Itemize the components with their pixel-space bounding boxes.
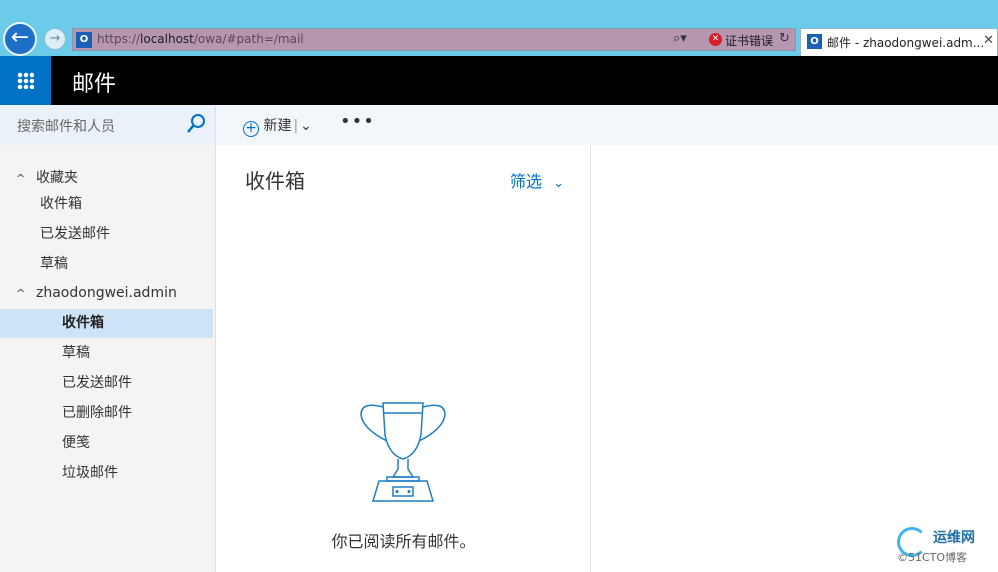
- search-dropdown-icon[interactable]: ⌕▾: [673, 31, 687, 46]
- folder-sent[interactable]: 已发送邮件: [0, 369, 213, 398]
- watermark-sub: ©51CTO博客: [897, 551, 968, 564]
- browser-tab[interactable]: O 邮件 - zhaodongwei.adm... ✕: [800, 28, 998, 56]
- folder-label: 已发送邮件: [40, 226, 110, 242]
- refresh-icon[interactable]: ↻: [779, 31, 790, 46]
- folder-label: 收件箱: [40, 196, 82, 212]
- new-dropdown-chevron-icon[interactable]: ⌄: [300, 118, 312, 134]
- trophy-icon: [360, 402, 446, 502]
- back-arrow-icon: ←: [10, 25, 30, 50]
- divider: |: [293, 118, 299, 134]
- folder-pane: 搜索邮件和人员 ^ 收藏夹 收件箱 已发送邮件 草稿 ^ zhaodongwei…: [0, 105, 216, 572]
- collapse-caret-icon[interactable]: ^: [16, 164, 25, 193]
- favorite-drafts[interactable]: 草稿: [0, 250, 213, 279]
- back-button[interactable]: ←: [3, 22, 37, 56]
- address-bar[interactable]: O https://localhost/owa/#path=/mail ⌕▾ ✕…: [72, 28, 796, 51]
- empty-inbox-message: 你已阅读所有邮件。: [331, 532, 476, 551]
- account-header[interactable]: ^ zhaodongwei.admin: [0, 279, 213, 308]
- waffle-icon: [17, 72, 34, 89]
- app-title: 邮件: [72, 72, 117, 97]
- folder-junk[interactable]: 垃圾邮件: [0, 459, 213, 488]
- forward-button[interactable]: →: [44, 28, 66, 50]
- cert-error-icon[interactable]: ✕: [709, 33, 722, 46]
- app-launcher-button[interactable]: [0, 56, 51, 105]
- folder-label: 草稿: [62, 345, 90, 361]
- watermark-logo: 运维网 ©51CTO博客: [893, 525, 998, 572]
- browser-chrome: ← → O https://localhost/owa/#path=/mail …: [0, 0, 998, 56]
- reading-pane: [592, 145, 998, 572]
- plus-icon: +: [243, 121, 259, 137]
- outlook-favicon-icon: O: [76, 32, 92, 48]
- search-placeholder[interactable]: 搜索邮件和人员: [17, 116, 115, 136]
- more-options-icon[interactable]: •••: [340, 111, 375, 132]
- message-list: 收件箱 筛选 ⌄ 你已阅读所有邮件。: [216, 145, 591, 572]
- new-label: 新建: [263, 118, 292, 134]
- folder-drafts[interactable]: 草稿: [0, 339, 213, 368]
- filter-label: 筛选: [510, 172, 543, 191]
- outlook-favicon-icon: O: [807, 34, 822, 49]
- folder-label: 已发送邮件: [62, 375, 132, 391]
- new-mail-button[interactable]: + 新建 | ⌄: [243, 115, 312, 137]
- watermark-brand: 运维网: [933, 530, 975, 546]
- collapse-caret-icon[interactable]: ^: [16, 279, 25, 308]
- folder-deleted[interactable]: 已删除邮件: [0, 399, 213, 428]
- folder-label: 收件箱: [62, 315, 104, 331]
- chevron-down-icon: ⌄: [553, 176, 565, 191]
- close-tab-icon[interactable]: ✕: [983, 33, 994, 48]
- tab-title: 邮件 - zhaodongwei.adm...: [827, 36, 985, 50]
- search-box[interactable]: 搜索邮件和人员: [0, 105, 215, 145]
- app-header: 邮件: [0, 56, 998, 105]
- search-icon[interactable]: [186, 113, 206, 135]
- folder-inbox[interactable]: 收件箱: [0, 309, 213, 338]
- favorite-sent[interactable]: 已发送邮件: [0, 220, 213, 249]
- favorites-label: 收藏夹: [36, 170, 78, 186]
- folder-label: 已删除邮件: [62, 405, 132, 421]
- filter-button[interactable]: 筛选 ⌄: [510, 168, 564, 192]
- command-bar: + 新建 | ⌄ •••: [216, 105, 998, 145]
- folder-label: 便笺: [62, 435, 90, 451]
- favorites-header[interactable]: ^ 收藏夹: [0, 164, 213, 193]
- url-text[interactable]: https://localhost/owa/#path=/mail: [97, 32, 304, 46]
- folder-label: 垃圾邮件: [62, 465, 118, 481]
- folder-notes[interactable]: 便笺: [0, 429, 213, 458]
- folder-label: 草稿: [40, 256, 68, 272]
- forward-arrow-icon: →: [49, 31, 61, 46]
- favorite-inbox[interactable]: 收件箱: [0, 190, 213, 219]
- folder-title: 收件箱: [245, 169, 305, 193]
- cert-error-label[interactable]: 证书错误: [725, 32, 773, 49]
- account-label: zhaodongwei.admin: [36, 285, 177, 301]
